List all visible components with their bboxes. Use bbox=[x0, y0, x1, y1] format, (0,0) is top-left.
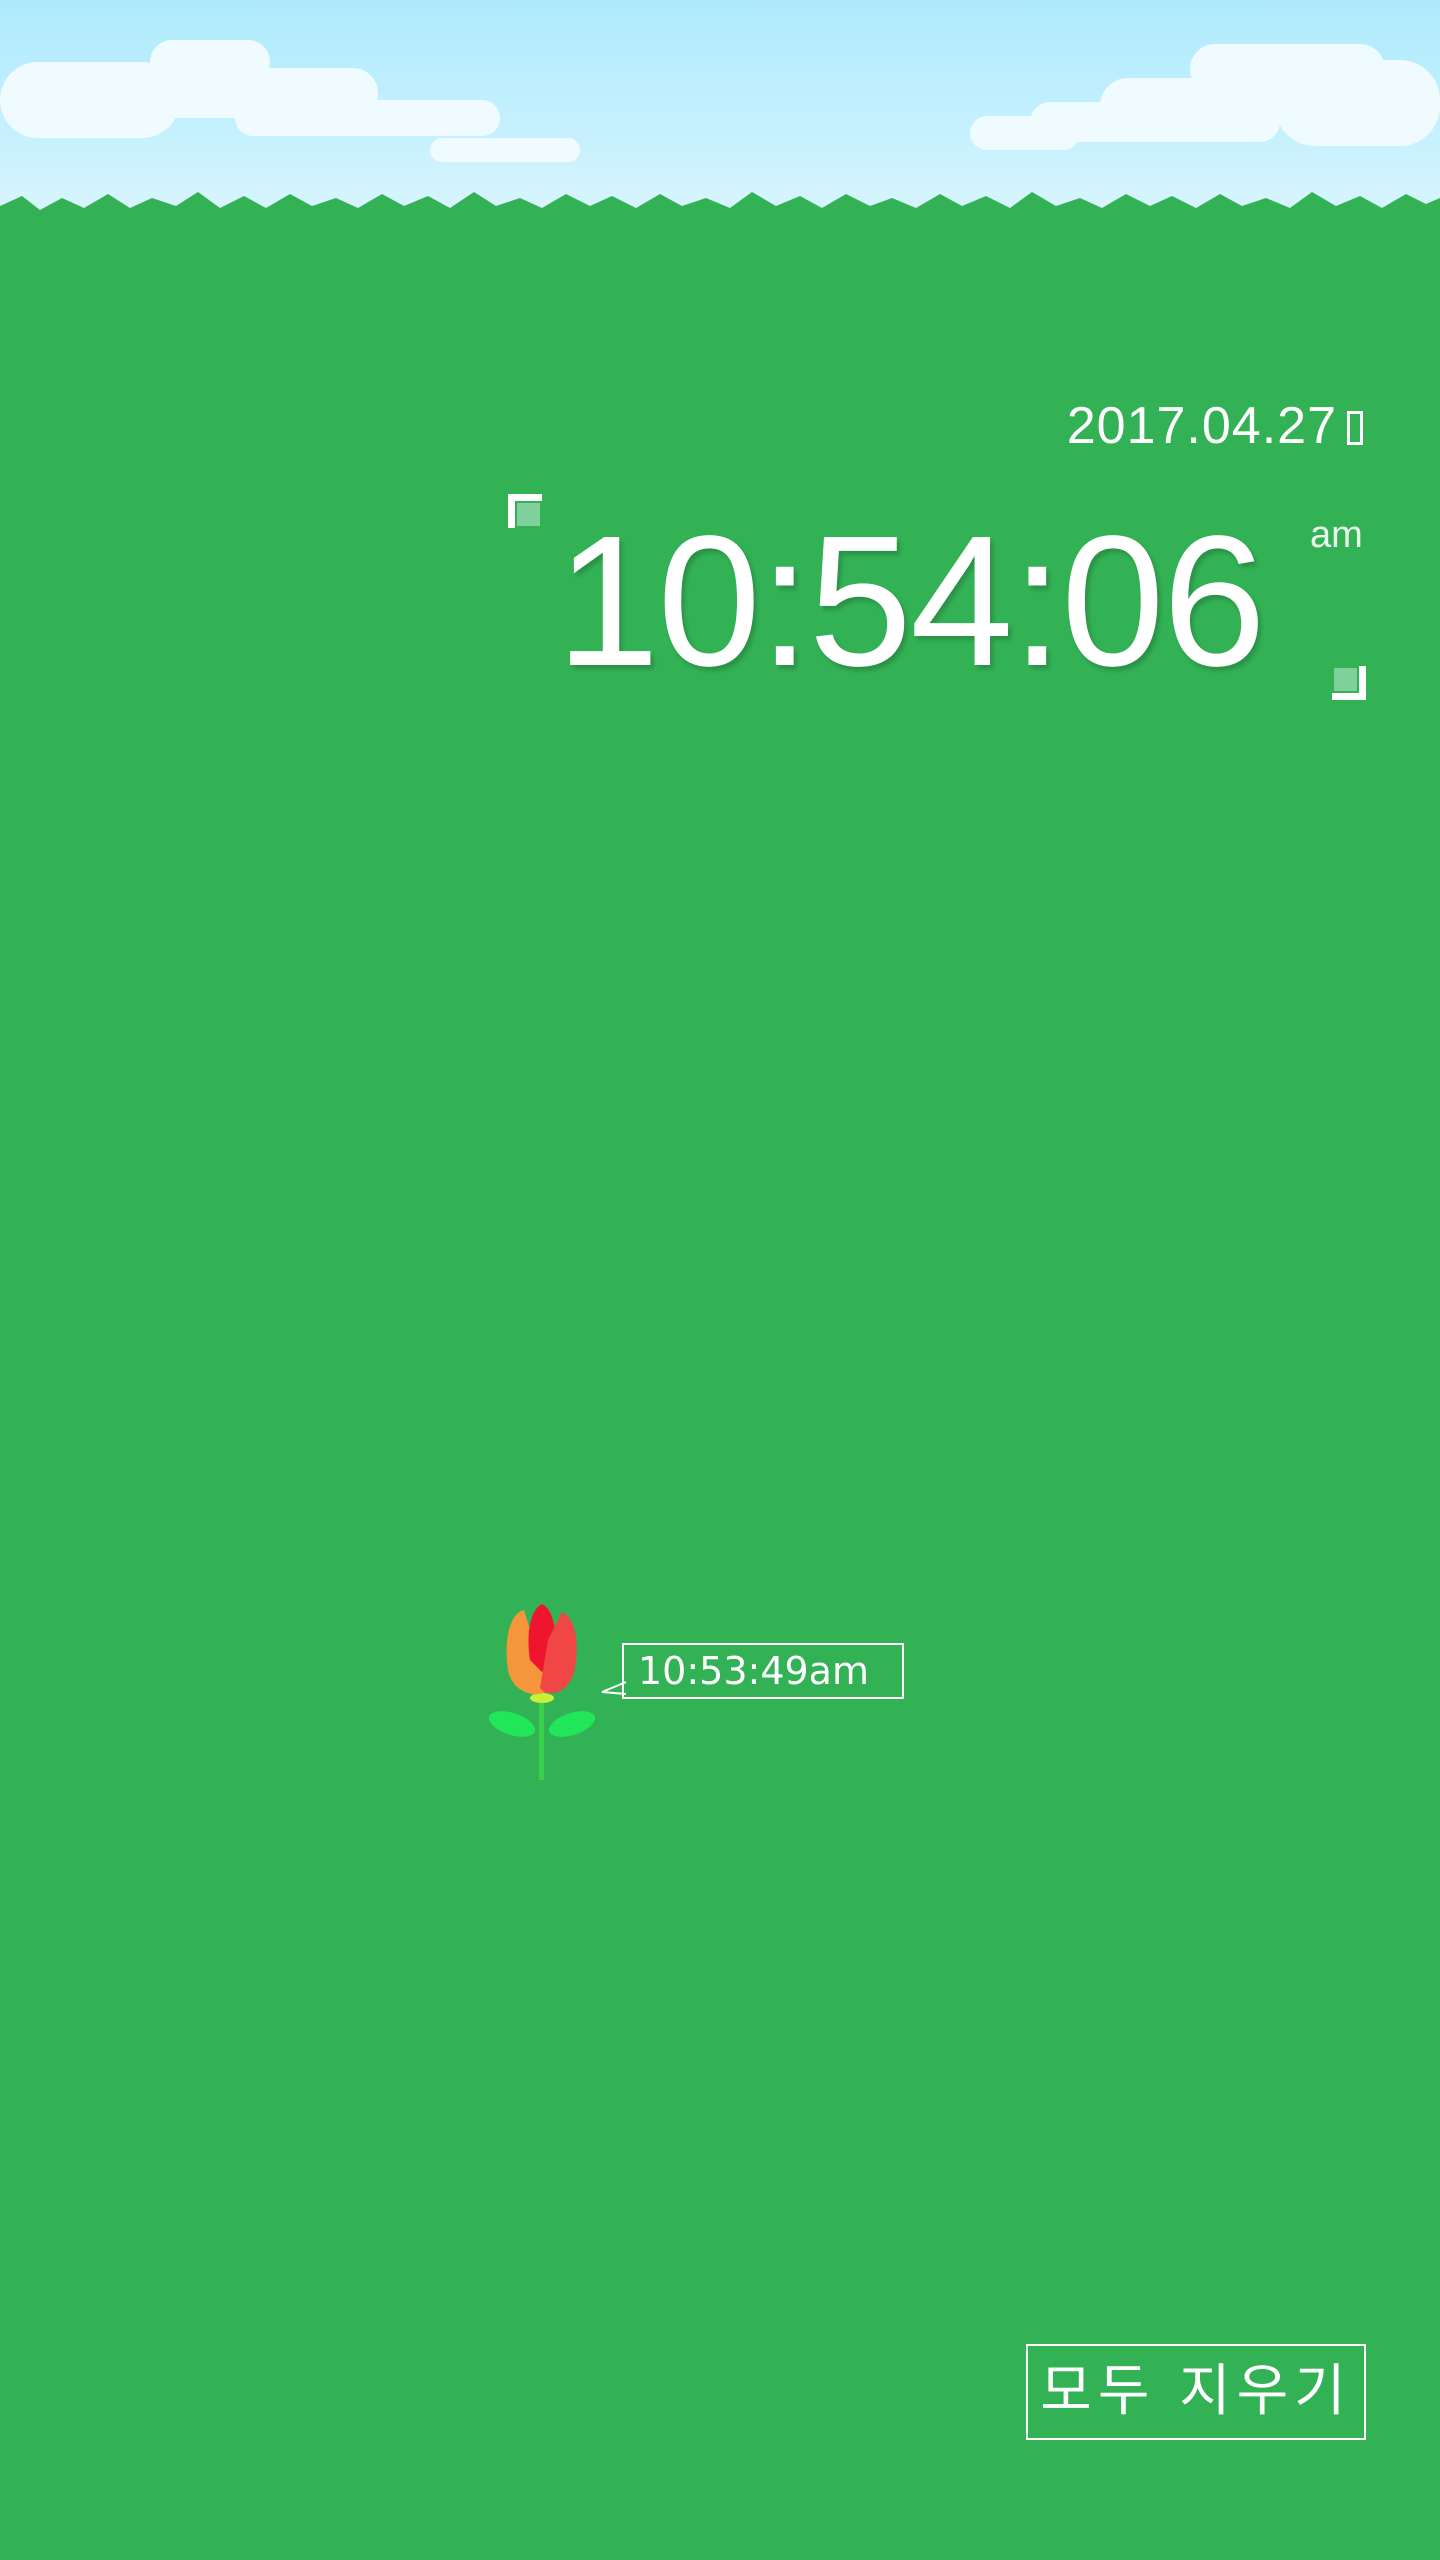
tulip-icon[interactable] bbox=[484, 1600, 604, 1780]
weekday-glyph bbox=[1347, 411, 1363, 445]
clock-time: 10:54:06 bbox=[556, 498, 1266, 705]
cloud bbox=[150, 40, 270, 84]
clear-all-button[interactable]: 모두 지우기 bbox=[1026, 2344, 1366, 2440]
cloud bbox=[235, 100, 500, 136]
clock-date: 2017.04.27 bbox=[1067, 396, 1363, 456]
cloud bbox=[1275, 60, 1440, 146]
bracket-top-left-icon bbox=[508, 494, 542, 528]
bracket-bottom-right-icon bbox=[1332, 666, 1366, 700]
flower-time-label: 10:53:49am bbox=[622, 1643, 904, 1699]
cloud bbox=[430, 138, 580, 162]
clock-ampm: am bbox=[1310, 514, 1363, 556]
date-text: 2017.04.27 bbox=[1066, 397, 1337, 455]
